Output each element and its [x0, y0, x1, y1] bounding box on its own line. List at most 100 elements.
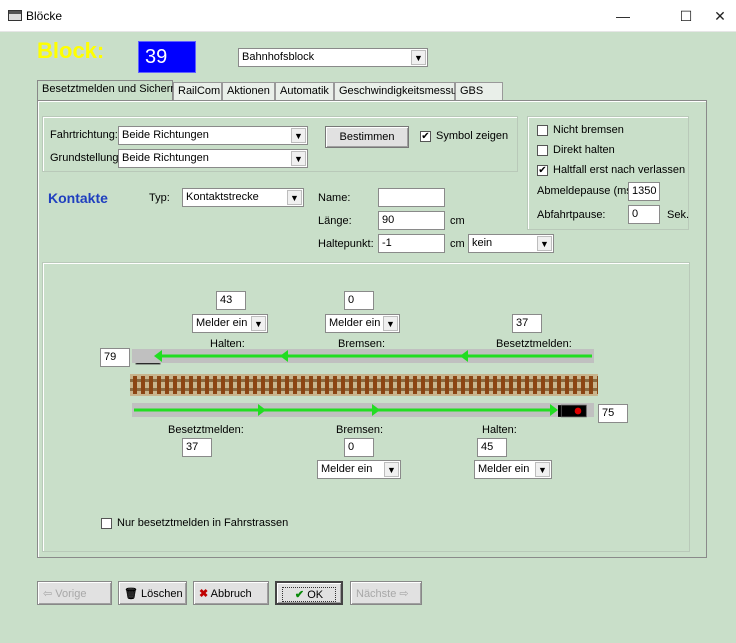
- chevron-down-icon: ▼: [411, 50, 426, 65]
- halten-top-select[interactable]: Melder ein ▼: [192, 314, 268, 333]
- ok-label: OK: [307, 589, 324, 601]
- naechste-button[interactable]: Nächste ⇨: [350, 581, 422, 605]
- nicht-bremsen-label: Nicht bremsen: [553, 124, 624, 136]
- vorige-button[interactable]: ⇦ Vorige: [37, 581, 112, 605]
- chevron-down-icon: ▼: [537, 236, 552, 251]
- bremsen-bottom-input[interactable]: 0: [344, 438, 374, 457]
- tab-gbs[interactable]: GBS: [455, 82, 503, 100]
- bremsen-top-input[interactable]: 0: [344, 291, 374, 310]
- abfahrtpause-input[interactable]: 0: [628, 205, 660, 224]
- abbruch-button[interactable]: ✖ Abbruch: [193, 581, 269, 605]
- abmeldepause-label: Abmeldepause (ms):: [537, 185, 639, 197]
- loeschen-button[interactable]: 🗑 Löschen: [118, 581, 187, 605]
- abfahrtpause-unit: Sek.: [667, 209, 690, 221]
- chevron-down-icon: ▼: [287, 190, 302, 205]
- haltepunkt-unit: cm: [450, 238, 465, 250]
- fahrtrichtung-value: Beide Richtungen: [122, 129, 209, 141]
- signal-right-icon: [558, 404, 587, 418]
- fahrtrichtung-label: Fahrtrichtung:: [50, 129, 118, 141]
- chevron-down-icon: ▼: [291, 128, 306, 143]
- rail-track: [130, 374, 598, 396]
- besetzt-bottom-input[interactable]: 37: [182, 438, 212, 457]
- laenge-label: Länge:: [318, 215, 352, 227]
- grundstellung-value: Beide Richtungen: [122, 152, 209, 164]
- typ-value: Kontaktstrecke: [186, 191, 259, 203]
- block-type-select[interactable]: Bahnhofsblock ▼: [238, 48, 428, 67]
- block-label: Block:: [37, 38, 105, 63]
- grundstellung-label: Grundstellung:: [50, 152, 122, 164]
- arrow-left-icon: ⇦: [43, 588, 56, 600]
- direkt-halten-label: Direkt halten: [553, 144, 615, 156]
- block-number-field[interactable]: 39: [138, 41, 196, 73]
- bestimmen-button[interactable]: Bestimmen: [325, 126, 409, 148]
- laenge-unit: cm: [450, 215, 465, 227]
- halten-top-input[interactable]: 43: [216, 291, 246, 310]
- naechste-label: Nächste: [356, 588, 397, 600]
- chevron-down-icon: ▼: [251, 316, 266, 331]
- halten-bottom-label: Halten:: [482, 424, 517, 436]
- close-button[interactable]: ✕: [704, 4, 736, 28]
- besetzt-bottom-label: Besetztmelden:: [168, 424, 244, 436]
- loeschen-label: Löschen: [141, 588, 183, 600]
- haltfall-checkbox[interactable]: ✔: [537, 165, 548, 176]
- minimize-button[interactable]: —: [600, 4, 646, 28]
- abfahrtpause-label: Abfahrtpause:: [537, 209, 606, 221]
- app-icon: [8, 10, 22, 21]
- signal-bottom-input[interactable]: 75: [598, 404, 628, 423]
- arrow-right-icon: [134, 404, 558, 416]
- bremsen-bottom-select[interactable]: Melder ein ▼: [317, 460, 401, 479]
- grundstellung-select[interactable]: Beide Richtungen ▼: [118, 149, 308, 168]
- chevron-down-icon: ▼: [535, 462, 550, 477]
- bremsen-bottom-label: Bremsen:: [336, 424, 384, 436]
- arrow-left-icon: [154, 350, 592, 362]
- haltepunkt-select[interactable]: kein ▼: [468, 234, 554, 253]
- tab-geschwindigkeitsmessung[interactable]: Geschwindigkeitsmessung: [334, 82, 469, 100]
- nur-besetzt-label: Nur besetztmelden in Fahrstrassen: [117, 517, 289, 529]
- bremsen-top-select[interactable]: Melder ein ▼: [325, 314, 400, 333]
- tab-aktionen[interactable]: Aktionen: [222, 82, 275, 100]
- abbruch-label: Abbruch: [210, 588, 252, 600]
- name-input[interactable]: [378, 188, 445, 207]
- fahrtrichtung-select[interactable]: Beide Richtungen ▼: [118, 126, 308, 145]
- title-bar: Blöcke — ☐ ✕: [0, 0, 736, 32]
- halten-bottom-select[interactable]: Melder ein ▼: [474, 460, 552, 479]
- chevron-down-icon: ▼: [384, 462, 399, 477]
- halten-bottom-select-value: Melder ein: [478, 463, 530, 475]
- chevron-down-icon: ▼: [383, 316, 398, 331]
- trash-icon: 🗑: [124, 588, 138, 600]
- vorige-label: Vorige: [55, 588, 87, 600]
- direkt-halten-checkbox[interactable]: [537, 145, 548, 156]
- symbol-zeigen-checkbox[interactable]: ✔: [420, 131, 431, 142]
- haltepunkt-select-value: kein: [472, 237, 493, 249]
- chevron-down-icon: ▼: [291, 151, 306, 166]
- halten-top-select-value: Melder ein: [196, 317, 248, 329]
- halten-bottom-input[interactable]: 45: [477, 438, 507, 457]
- kontakte-heading: Kontakte: [48, 190, 108, 206]
- laenge-input[interactable]: 90: [378, 211, 445, 230]
- haltepunkt-input[interactable]: -1: [378, 234, 445, 253]
- name-label: Name:: [318, 192, 351, 204]
- cross-icon: ✖: [199, 588, 209, 600]
- typ-label: Typ:: [149, 192, 170, 204]
- bremsen-bottom-select-value: Melder ein: [321, 463, 373, 475]
- tab-besetztmelden[interactable]: Besetztmelden und Sichern: [37, 80, 177, 101]
- tab-automatik[interactable]: Automatik: [275, 82, 334, 100]
- typ-select[interactable]: Kontaktstrecke ▼: [182, 188, 304, 207]
- check-icon: ✔: [294, 589, 305, 601]
- haltfall-label: Haltfall erst nach verlassen: [553, 164, 686, 176]
- abmeldepause-input[interactable]: 1350: [628, 182, 660, 201]
- haltepunkt-label: Haltepunkt:: [318, 238, 374, 250]
- symbol-zeigen-label: Symbol zeigen: [436, 130, 509, 142]
- tab-railcom[interactable]: RailCom: [173, 82, 222, 100]
- besetzt-top-input[interactable]: 37: [512, 314, 542, 333]
- maximize-button[interactable]: ☐: [663, 4, 709, 28]
- block-type-value: Bahnhofsblock: [242, 51, 315, 63]
- blocks-window: Blöcke — ☐ ✕ Block: 39 Bahnhofsblock ▼ B…: [0, 0, 736, 643]
- nicht-bremsen-checkbox[interactable]: [537, 125, 548, 136]
- ok-button[interactable]: ✔ OK: [275, 581, 343, 605]
- window-title: Blöcke: [26, 9, 63, 23]
- ok-focus: ✔ OK: [282, 587, 336, 602]
- signal-top-input[interactable]: 79: [100, 348, 130, 367]
- nur-besetzt-checkbox[interactable]: [101, 518, 112, 529]
- bremsen-top-select-value: Melder ein: [329, 317, 381, 329]
